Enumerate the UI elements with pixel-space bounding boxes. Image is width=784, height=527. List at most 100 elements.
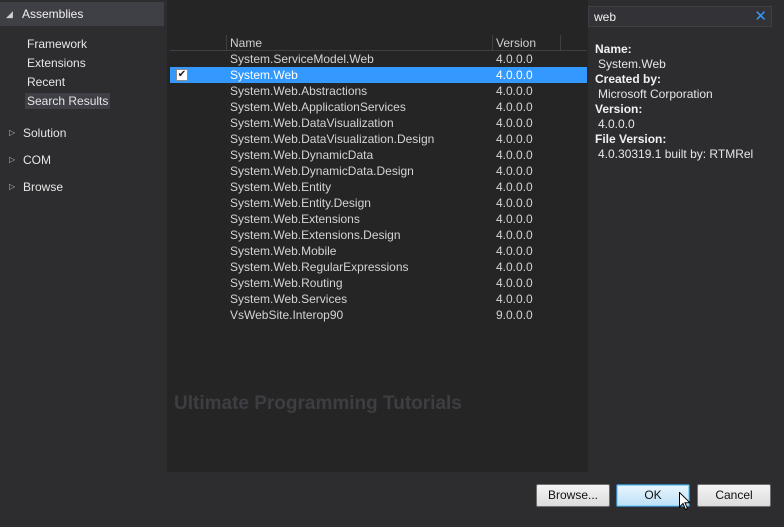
assembly-version: 4.0.0.0 — [496, 212, 533, 226]
assembly-version: 4.0.0.0 — [496, 164, 533, 178]
assembly-name: System.ServiceModel.Web — [230, 52, 374, 66]
assembly-version: 4.0.0.0 — [496, 196, 533, 210]
table-row[interactable]: System.Web.Abstractions 4.0.0.0 — [170, 83, 587, 99]
nav-category-solution[interactable]: ▷ Solution — [0, 119, 164, 146]
assembly-version: 4.0.0.0 — [496, 148, 533, 162]
assembly-version: 4.0.0.0 — [496, 84, 533, 98]
list-header: Name Version — [170, 35, 587, 51]
assembly-name: System.Web.ApplicationServices — [230, 100, 406, 114]
table-row[interactable]: System.Web.Extensions 4.0.0.0 — [170, 211, 587, 227]
expanded-triangle-icon[interactable]: ◢ — [6, 9, 20, 20]
detail-value: 4.0.0.0 — [598, 117, 635, 131]
assembly-version: 4.0.0.0 — [496, 244, 533, 258]
table-row[interactable]: System.Web.DataVisualization 4.0.0.0 — [170, 115, 587, 131]
nav-category-com[interactable]: ▷ COM — [0, 146, 164, 173]
browse-button[interactable]: Browse... — [536, 484, 610, 507]
nav-category-label: Browse — [23, 179, 64, 194]
cancel-button[interactable]: Cancel — [697, 484, 771, 507]
assembly-name: System.Web.Entity — [230, 180, 332, 194]
dialog-button-bar: Browse... OK Cancel — [0, 472, 784, 527]
reference-categories: ▷ Solution ▷ COM ▷ Browse — [0, 119, 164, 200]
detail-value: System.Web — [598, 57, 666, 71]
column-header-name[interactable]: Name — [230, 36, 262, 50]
table-row[interactable]: ✔ System.Web 4.0.0.0 — [170, 67, 587, 83]
assembly-version: 4.0.0.0 — [496, 52, 533, 66]
table-row[interactable]: System.Web.Extensions.Design 4.0.0.0 — [170, 227, 587, 243]
nav-item-label: Search Results — [25, 93, 111, 109]
nav-item-label: Framework — [27, 37, 88, 51]
nav-item-framework[interactable]: Framework — [0, 35, 164, 54]
assembly-name: System.Web.Entity.Design — [230, 196, 371, 210]
assembly-version: 9.0.0.0 — [496, 308, 533, 322]
detail-value: 4.0.30319.1 built by: RTMRel — [598, 147, 754, 161]
assembly-version: 4.0.0.0 — [496, 68, 533, 82]
assembly-name: System.Web.RegularExpressions — [230, 260, 409, 274]
assembly-subcategories: Framework Extensions Recent Search Resul… — [0, 35, 164, 111]
assembly-version: 4.0.0.0 — [496, 116, 533, 130]
column-header-version[interactable]: Version — [496, 36, 536, 50]
table-row[interactable]: System.Web.Mobile 4.0.0.0 — [170, 243, 587, 259]
assembly-name: System.Web.DynamicData — [230, 148, 374, 162]
assembly-details: Name: System.Web Created by: Microsoft Corp… — [595, 42, 780, 162]
table-row[interactable]: VsWebSite.Interop90 9.0.0.0 — [170, 307, 587, 323]
assembly-name: System.Web.Extensions.Design — [230, 228, 401, 242]
table-row[interactable]: System.Web.DataVisualization.Design 4.0.0… — [170, 131, 587, 147]
table-row[interactable]: System.Web.Entity.Design 4.0.0.0 — [170, 195, 587, 211]
table-row[interactable]: System.Web.Entity 4.0.0.0 — [170, 179, 587, 195]
nav-item-label: Extensions — [27, 56, 86, 70]
assembly-list: Name Version System.ServiceModel.Web 4.0.… — [170, 35, 587, 472]
assembly-name: System.Web.Mobile — [230, 244, 337, 258]
table-row[interactable]: System.ServiceModel.Web 4.0.0.0 — [170, 51, 587, 67]
nav-header-label: Assemblies — [22, 7, 84, 21]
assembly-name: System.Web.DataVisualization.Design — [230, 132, 435, 146]
table-row[interactable]: System.Web.Services 4.0.0.0 — [170, 291, 587, 307]
close-icon[interactable]: ✕ — [754, 8, 767, 25]
collapsed-triangle-icon[interactable]: ▷ — [9, 149, 20, 171]
assembly-rows: System.ServiceModel.Web 4.0.0.0 ✔ System.We… — [170, 51, 587, 323]
nav-header-assemblies[interactable]: ◢ Assemblies — [0, 2, 164, 26]
assembly-version: 4.0.0.0 — [496, 100, 533, 114]
assembly-version: 4.0.0.0 — [496, 132, 533, 146]
column-divider[interactable] — [492, 35, 493, 51]
navigation-pane: ◢ Assemblies Framework Extensions Recent… — [0, 0, 167, 472]
assembly-name: System.Web.Services — [230, 292, 348, 306]
nav-item-recent[interactable]: Recent — [0, 73, 164, 92]
column-divider[interactable] — [226, 35, 227, 51]
assembly-version: 4.0.0.0 — [496, 260, 533, 274]
detail-label: Name: — [595, 42, 632, 56]
detail-label: File Version: — [595, 132, 667, 146]
table-row[interactable]: System.Web.ApplicationServices 4.0.0.0 — [170, 99, 587, 115]
mouse-cursor-icon — [679, 492, 691, 511]
collapsed-triangle-icon[interactable]: ▷ — [9, 176, 20, 198]
table-row[interactable]: System.Web.DynamicData.Design 4.0.0.0 — [170, 163, 587, 179]
assembly-name: System.Web.DataVisualization — [230, 116, 394, 130]
assembly-version: 4.0.0.0 — [496, 228, 533, 242]
assembly-version: 4.0.0.0 — [496, 180, 533, 194]
table-row[interactable]: System.Web.DynamicData 4.0.0.0 — [170, 147, 587, 163]
nav-category-browse[interactable]: ▷ Browse — [0, 173, 164, 200]
assembly-name: System.Web — [230, 68, 298, 82]
table-row[interactable]: System.Web.RegularExpressions 4.0.0.0 — [170, 259, 587, 275]
detail-label: Version: — [595, 102, 643, 116]
nav-item-extensions[interactable]: Extensions — [0, 54, 164, 73]
table-row[interactable]: System.Web.Routing 4.0.0.0 — [170, 275, 587, 291]
collapsed-triangle-icon[interactable]: ▷ — [9, 122, 20, 144]
assembly-name: VsWebSite.Interop90 — [230, 308, 344, 322]
checkbox-checked-icon[interactable]: ✔ — [176, 69, 188, 81]
nav-category-label: Solution — [23, 125, 67, 140]
assembly-name: System.Web.Abstractions — [230, 84, 368, 98]
assembly-version: 4.0.0.0 — [496, 276, 533, 290]
detail-label: Created by: — [595, 72, 662, 86]
detail-value: Microsoft Corporation — [598, 87, 713, 101]
search-box[interactable]: ✕ — [588, 6, 772, 27]
assembly-version: 4.0.0.0 — [496, 292, 533, 306]
nav-item-search-results[interactable]: Search Results — [0, 92, 164, 111]
assembly-name: System.Web.Extensions — [230, 212, 360, 226]
details-pane: ✕ Name:System.WebCreated by:Microsoft Co… — [588, 0, 784, 472]
column-divider[interactable] — [560, 35, 561, 51]
nav-item-label: Recent — [27, 75, 66, 89]
watermark-text: Ultimate Programming Tutorials — [174, 393, 462, 414]
assembly-name: System.Web.Routing — [230, 276, 343, 290]
assembly-name: System.Web.DynamicData.Design — [230, 164, 414, 178]
search-input[interactable] — [589, 7, 749, 26]
